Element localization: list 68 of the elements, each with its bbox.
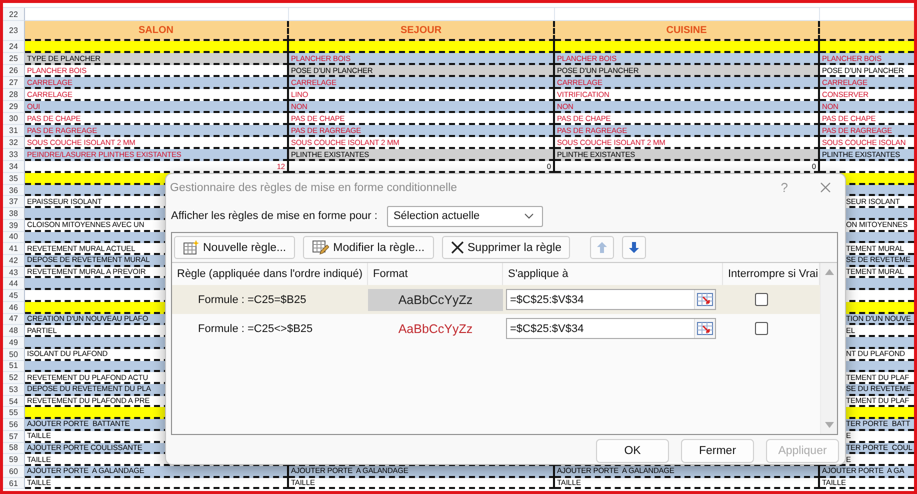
new-rule-icon [183, 240, 199, 255]
row-number[interactable]: 27 [3, 77, 25, 89]
arrow-up-icon [597, 242, 608, 253]
row-number[interactable]: 51 [3, 360, 25, 372]
row-number[interactable]: 31 [3, 125, 25, 137]
row-number[interactable]: 61 [3, 478, 25, 490]
range-field[interactable]: =$C$25:$V$34 [506, 318, 716, 339]
row-number[interactable]: 22 [3, 8, 25, 21]
row-number[interactable]: 36 [3, 184, 25, 196]
range-picker-button[interactable] [694, 290, 715, 309]
row-number[interactable]: 48 [3, 325, 25, 338]
row-number[interactable]: 42 [3, 255, 25, 267]
chevron-down-icon [524, 213, 534, 219]
scope-dropdown[interactable]: Sélection actuelle [387, 206, 544, 226]
dialog-button[interactable]: Fermer [681, 439, 754, 463]
row-number[interactable]: 52 [3, 372, 25, 384]
row-number[interactable]: 44 [3, 278, 25, 290]
row-number[interactable]: 26 [3, 65, 25, 77]
row-number[interactable]: 46 [3, 302, 25, 314]
range-picker-icon [697, 322, 713, 335]
new-rule-button[interactable]: Nouvelle règle... [174, 236, 296, 259]
edit-rule-button[interactable]: Modifier la règle... [303, 236, 434, 259]
format-preview: AaBbCcYyZz [368, 288, 503, 310]
row-number[interactable]: 38 [3, 208, 25, 220]
row-number[interactable]: 29 [3, 101, 25, 113]
delete-rule-button[interactable]: Supprimer la règle [442, 236, 570, 259]
row-number[interactable]: 47 [3, 314, 25, 326]
format-preview: AaBbCcYyZz [397, 320, 474, 338]
dialog-button[interactable]: OK [596, 439, 669, 463]
range-field[interactable]: =$C$25:$V$34 [506, 289, 716, 310]
row-number[interactable]: 43 [3, 266, 25, 278]
dialog-title: Gestionnaire des règles de mise en forme conditionnelle [170, 182, 458, 194]
row-number[interactable]: 40 [3, 232, 25, 244]
checkbox[interactable] [755, 322, 768, 335]
row-number[interactable]: 60 [3, 466, 25, 478]
row-number[interactable]: 50 [3, 348, 25, 360]
row-number[interactable]: 28 [3, 89, 25, 101]
row-number[interactable]: 55 [3, 407, 25, 420]
rule-formula: Formule : =C25=$B25 [197, 294, 308, 306]
row-number[interactable]: 56 [3, 419, 25, 431]
row-number[interactable]: 24 [3, 41, 25, 53]
delete-icon [450, 241, 464, 254]
row-number[interactable]: 58 [3, 442, 25, 454]
row-number[interactable]: 41 [3, 243, 25, 256]
close-icon[interactable] [820, 182, 831, 193]
rule-row[interactable]: Formule : =C25=$B25 AaBbCcYyZz =$C$25:$V$34 [172, 285, 820, 314]
range-picker-button[interactable] [694, 319, 715, 338]
row-number[interactable]: 59 [3, 454, 25, 466]
row-number[interactable]: 35 [3, 173, 25, 185]
row-number[interactable]: 57 [3, 430, 25, 443]
row-number[interactable]: 49 [3, 337, 25, 349]
move-down-button[interactable] [622, 236, 646, 259]
row-number[interactable]: 54 [3, 396, 25, 408]
row-number[interactable]: 39 [3, 220, 25, 232]
edit-rule-icon [312, 240, 330, 255]
row-number[interactable]: 25 [3, 53, 25, 65]
row-number[interactable]: 30 [3, 113, 25, 125]
row-number[interactable]: 32 [3, 137, 25, 149]
row-number[interactable]: 33 [3, 149, 25, 161]
row-number[interactable]: 53 [3, 384, 25, 396]
scope-label: Afficher les règles de mise en forme pour : [171, 210, 378, 222]
arrow-down-icon [629, 242, 640, 253]
row-number[interactable]: 45 [3, 290, 25, 302]
row-number[interactable]: 34 [3, 161, 25, 173]
row-number[interactable]: 37 [3, 196, 25, 208]
range-picker-icon [697, 293, 713, 306]
row-number[interactable]: 23 [3, 21, 25, 41]
checkbox[interactable] [755, 293, 768, 306]
